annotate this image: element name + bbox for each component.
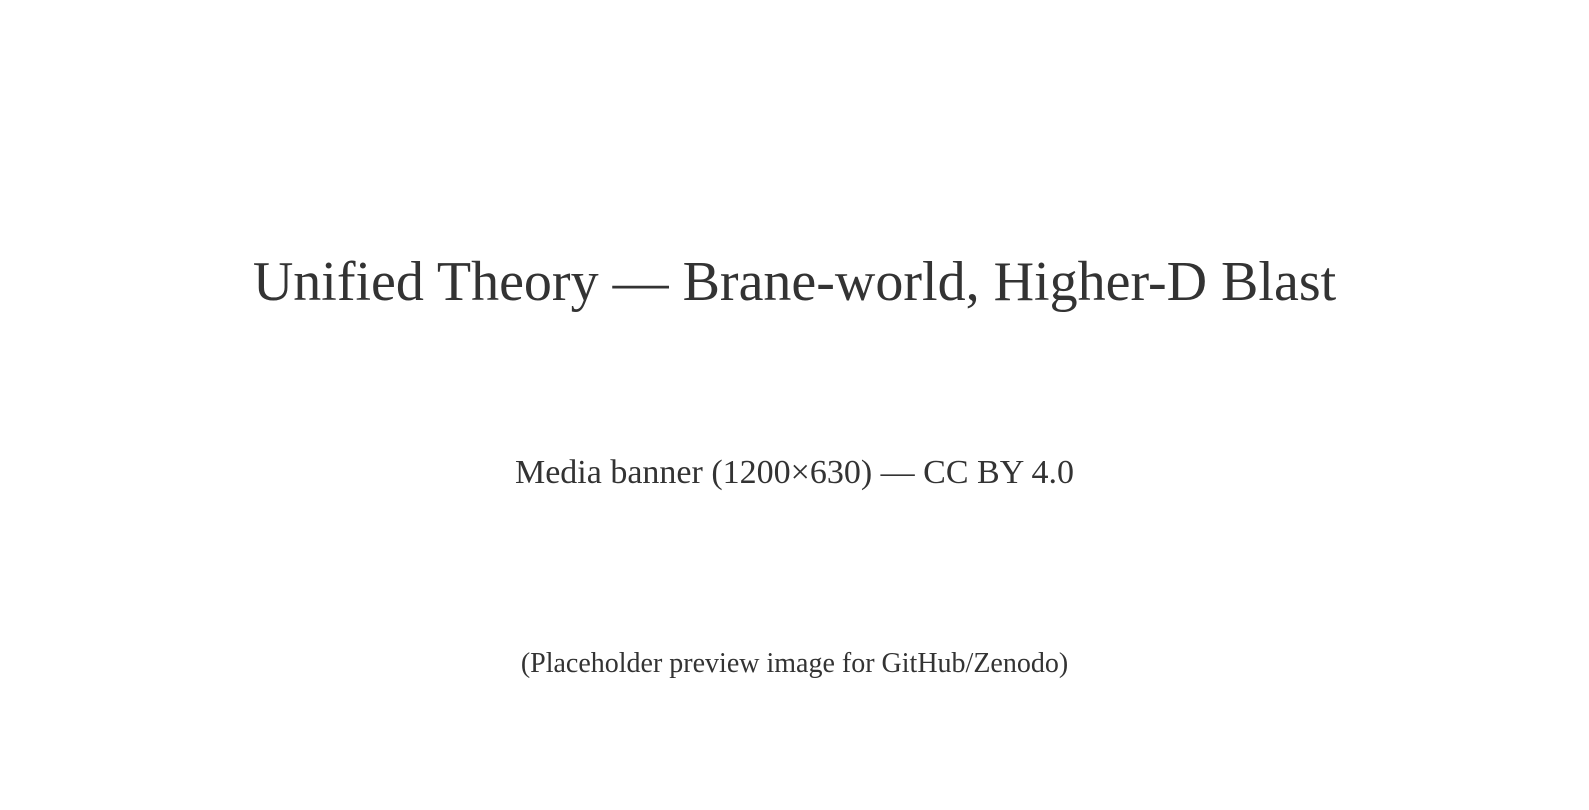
banner-subtitle: Media banner (1200×630) — CC BY 4.0	[514, 454, 1074, 491]
banner-title: Unified Theory — Brane-world, Higher-D B…	[252, 251, 1337, 313]
media-banner: Unified Theory — Brane-world, Higher-D B…	[0, 0, 1589, 810]
banner-note: (Placeholder preview image for GitHub/Ze…	[520, 648, 1069, 679]
